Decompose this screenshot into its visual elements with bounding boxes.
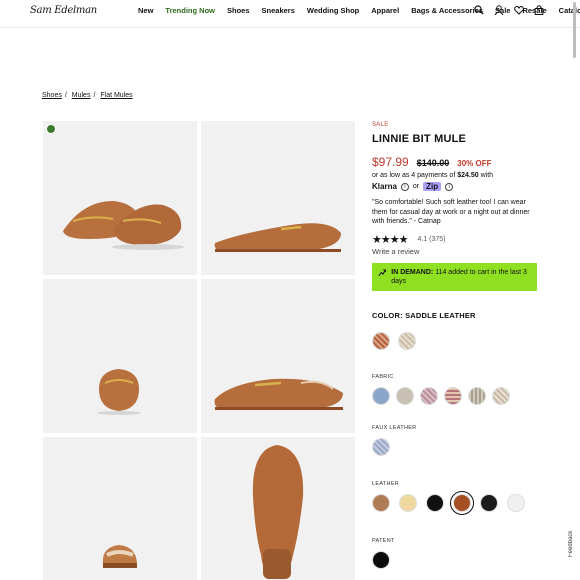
review-quote: "So comfortable! Such soft leather too! …	[372, 199, 530, 225]
breadcrumb: Shoes / Mules / Flat Mules	[42, 92, 133, 99]
star-rating-icon: ★★★★	[372, 233, 408, 246]
featured-swatches	[372, 331, 540, 350]
nav-apparel[interactable]: Apparel	[371, 6, 399, 15]
nav-catalog[interactable]: Catalog	[559, 6, 580, 15]
payment-or: or	[412, 183, 420, 190]
mule-angle-illustration	[63, 201, 184, 250]
nav-trending-now[interactable]: Trending Now	[165, 6, 215, 15]
swatch-faux-1[interactable]	[372, 437, 390, 456]
account-icon[interactable]	[494, 5, 504, 15]
product-image-sole[interactable]	[201, 437, 355, 580]
product-image-angle[interactable]	[43, 121, 197, 275]
selected-color-name: SADDLE LEATHER	[405, 310, 476, 320]
header-icons	[474, 5, 544, 15]
nav-new[interactable]: New	[138, 6, 153, 15]
site-header: Sam Edelman New Trending Now Shoes Sneak…	[0, 0, 580, 28]
fabric-swatches	[372, 386, 540, 405]
installments-text: or as low as 4 payments of $24.50 with	[372, 172, 540, 179]
installments-suffix: with	[480, 172, 494, 179]
swatch-leather-5[interactable]	[480, 493, 498, 512]
zip-logo: Zip	[423, 182, 442, 191]
faux-leather-swatches	[372, 437, 540, 456]
product-image-side[interactable]	[201, 121, 355, 275]
brand-logo[interactable]: Sam Edelman	[30, 5, 97, 16]
product-info: SALE LINNIE BIT MULE $97.99 $140.00 30% …	[372, 122, 540, 569]
leather-section-label: LEATHER	[372, 480, 400, 487]
breadcrumb-shoes[interactable]: Shoes	[42, 92, 62, 99]
swatch-patent-1[interactable]	[372, 550, 390, 569]
patent-section-label: PATENT	[372, 537, 395, 544]
klarna-info-icon[interactable]: i	[400, 182, 409, 191]
leather-swatches	[372, 490, 540, 515]
breadcrumb-separator: /	[64, 92, 67, 99]
mule-sole-illustration	[252, 445, 304, 579]
breadcrumb-flat-mules[interactable]: Flat Mules	[100, 92, 132, 99]
swatch-leather-1[interactable]	[372, 493, 390, 512]
product-image-back[interactable]	[43, 437, 197, 580]
discount-label: 30% OFF	[457, 159, 492, 168]
sale-label: SALE	[372, 122, 389, 128]
klarna-logo: Klarna	[372, 182, 397, 191]
swatch-leather-2[interactable]	[399, 493, 417, 512]
breadcrumb-mules[interactable]: Mules	[72, 92, 91, 99]
zip-info-icon[interactable]: i	[445, 182, 454, 191]
mule-side-illustration	[214, 223, 341, 252]
color-label-key: COLOR:	[372, 310, 403, 320]
product-image-front[interactable]	[43, 279, 197, 433]
wishlist-icon[interactable]	[514, 5, 524, 15]
nav-sneakers[interactable]: Sneakers	[262, 6, 295, 15]
feedback-tab[interactable]: Feedback	[568, 520, 580, 568]
patent-swatches	[372, 550, 540, 569]
swatch-featured-2[interactable]	[398, 331, 416, 350]
mule-front-illustration	[97, 369, 141, 415]
nav-shoes[interactable]: Shoes	[227, 6, 250, 15]
payment-options: Klarna i or Zip i	[372, 182, 540, 191]
search-icon[interactable]	[474, 5, 484, 15]
product-image-profile[interactable]	[201, 279, 355, 433]
breadcrumb-separator: /	[93, 92, 96, 99]
sale-price: $97.99	[372, 155, 409, 169]
write-review-link[interactable]: Write a review	[372, 247, 540, 256]
installments-prefix: or as low as 4 payments of	[372, 172, 456, 179]
swatch-leather-saddle-selected[interactable]	[450, 490, 474, 515]
color-label: COLOR: SADDLE LEATHER	[372, 311, 540, 320]
mule-back-illustration	[102, 545, 137, 568]
in-demand-label: IN DEMAND:	[391, 268, 434, 276]
product-gallery	[43, 121, 355, 580]
swatch-leather-6[interactable]	[507, 493, 525, 512]
original-price: $140.00	[416, 158, 450, 168]
swatch-fabric-6[interactable]	[492, 386, 510, 405]
mule-profile-illustration	[214, 378, 343, 410]
trending-icon	[378, 269, 386, 276]
page-scrollbar[interactable]	[573, 2, 576, 58]
in-demand-text: IN DEMAND: 114 added to cart in the last…	[391, 268, 531, 286]
sustainable-badge-icon	[46, 124, 56, 134]
nav-wedding-shop[interactable]: Wedding Shop	[307, 6, 359, 15]
rating-count: 4.1 (375)	[417, 235, 446, 243]
swatch-fabric-4[interactable]	[444, 386, 462, 405]
swatch-fabric-1[interactable]	[372, 386, 390, 405]
bag-icon[interactable]	[534, 5, 544, 15]
fabric-section-label: FABRIC	[372, 373, 394, 380]
swatch-fabric-5[interactable]	[468, 386, 486, 405]
installments-amount: $24.50	[457, 172, 479, 179]
swatch-featured-1[interactable]	[372, 331, 390, 350]
swatch-leather-3[interactable]	[426, 493, 444, 512]
nav-bags-accessories[interactable]: Bags & Accessories	[411, 6, 483, 15]
price-row: $97.99 $140.00 30% OFF	[372, 155, 540, 169]
swatch-fabric-2[interactable]	[396, 386, 414, 405]
in-demand-banner: IN DEMAND: 114 added to cart in the last…	[372, 262, 537, 291]
rating-row[interactable]: ★★★★ 4.1 (375)	[372, 233, 540, 246]
product-title: LINNIE BIT MULE	[372, 133, 467, 145]
swatch-fabric-3[interactable]	[420, 386, 438, 405]
faux-leather-section-label: FAUX LEATHER	[372, 424, 417, 431]
